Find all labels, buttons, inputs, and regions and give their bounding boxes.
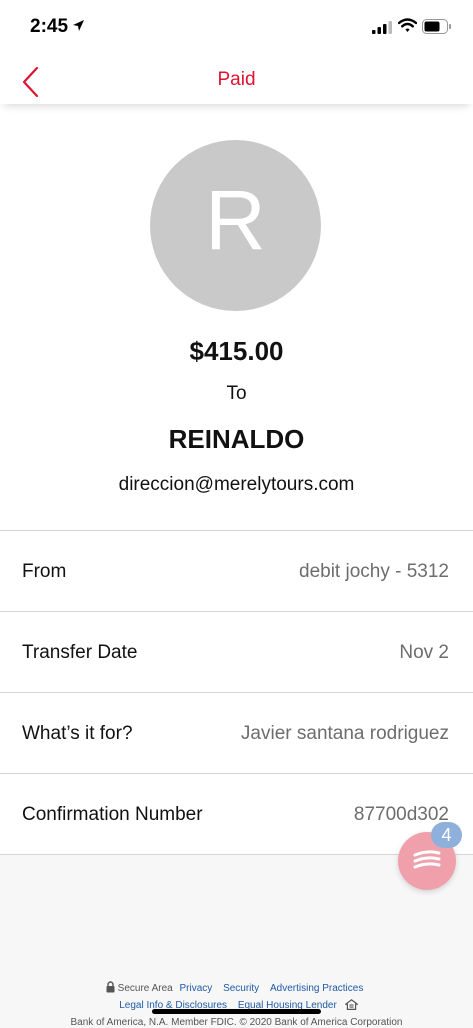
equal-housing-icon	[343, 999, 359, 1013]
detail-value: 87700d302	[353, 804, 449, 825]
status-bar: 2:45	[0, 0, 473, 56]
home-indicator	[152, 1009, 321, 1014]
battery-icon	[422, 19, 452, 39]
wifi-icon	[397, 18, 418, 38]
payment-amount: $415.00	[189, 336, 284, 366]
chat-badge: 4	[431, 822, 462, 848]
status-time: 2:45	[30, 16, 69, 37]
detail-row-confirmation-number: Confirmation Number 87700d302	[0, 774, 473, 855]
copyright: Bank of America, N.A. Member FDIC. © 202…	[70, 1017, 403, 1028]
lock-icon	[106, 981, 115, 996]
detail-row-transfer-date: Transfer Date Nov 2	[0, 612, 473, 693]
footer-links-row-1: Secure Area Privacy Security Advertising…	[0, 981, 473, 996]
detail-label: From	[22, 561, 67, 582]
avatar-initial: R	[205, 173, 266, 267]
recipient-email: direccion@merelytours.com	[118, 474, 355, 495]
payment-summary: R $415.00 To REINALDO direccion@merelyto…	[0, 104, 473, 531]
detail-row-memo: What’s it for? Javier santana rodriguez	[0, 693, 473, 774]
recipient-name: REINALDO	[168, 424, 305, 454]
privacy-link[interactable]: Privacy	[179, 983, 212, 994]
transfer-details: From debit jochy - 5312 Transfer Date No…	[0, 531, 473, 855]
detail-row-from: From debit jochy - 5312	[0, 531, 473, 612]
chat-icon	[413, 850, 441, 869]
detail-label: Confirmation Number	[22, 804, 203, 825]
detail-label: What’s it for?	[22, 723, 133, 744]
detail-value: Javier santana rodriguez	[240, 723, 449, 744]
detail-value: Nov 2	[399, 642, 449, 663]
secure-area-label: Secure Area	[117, 983, 173, 994]
avatar: R	[150, 140, 321, 311]
cellular-signal-icon	[372, 21, 392, 39]
detail-value: debit jochy - 5312	[299, 561, 449, 582]
nav-bar: Paid	[0, 56, 473, 104]
to-label: To	[226, 383, 247, 404]
security-link[interactable]: Security	[223, 983, 259, 994]
detail-label: Transfer Date	[22, 642, 138, 663]
page-title: Paid	[217, 69, 256, 90]
advertising-practices-link[interactable]: Advertising Practices	[270, 983, 363, 994]
location-arrow-icon	[72, 19, 85, 37]
